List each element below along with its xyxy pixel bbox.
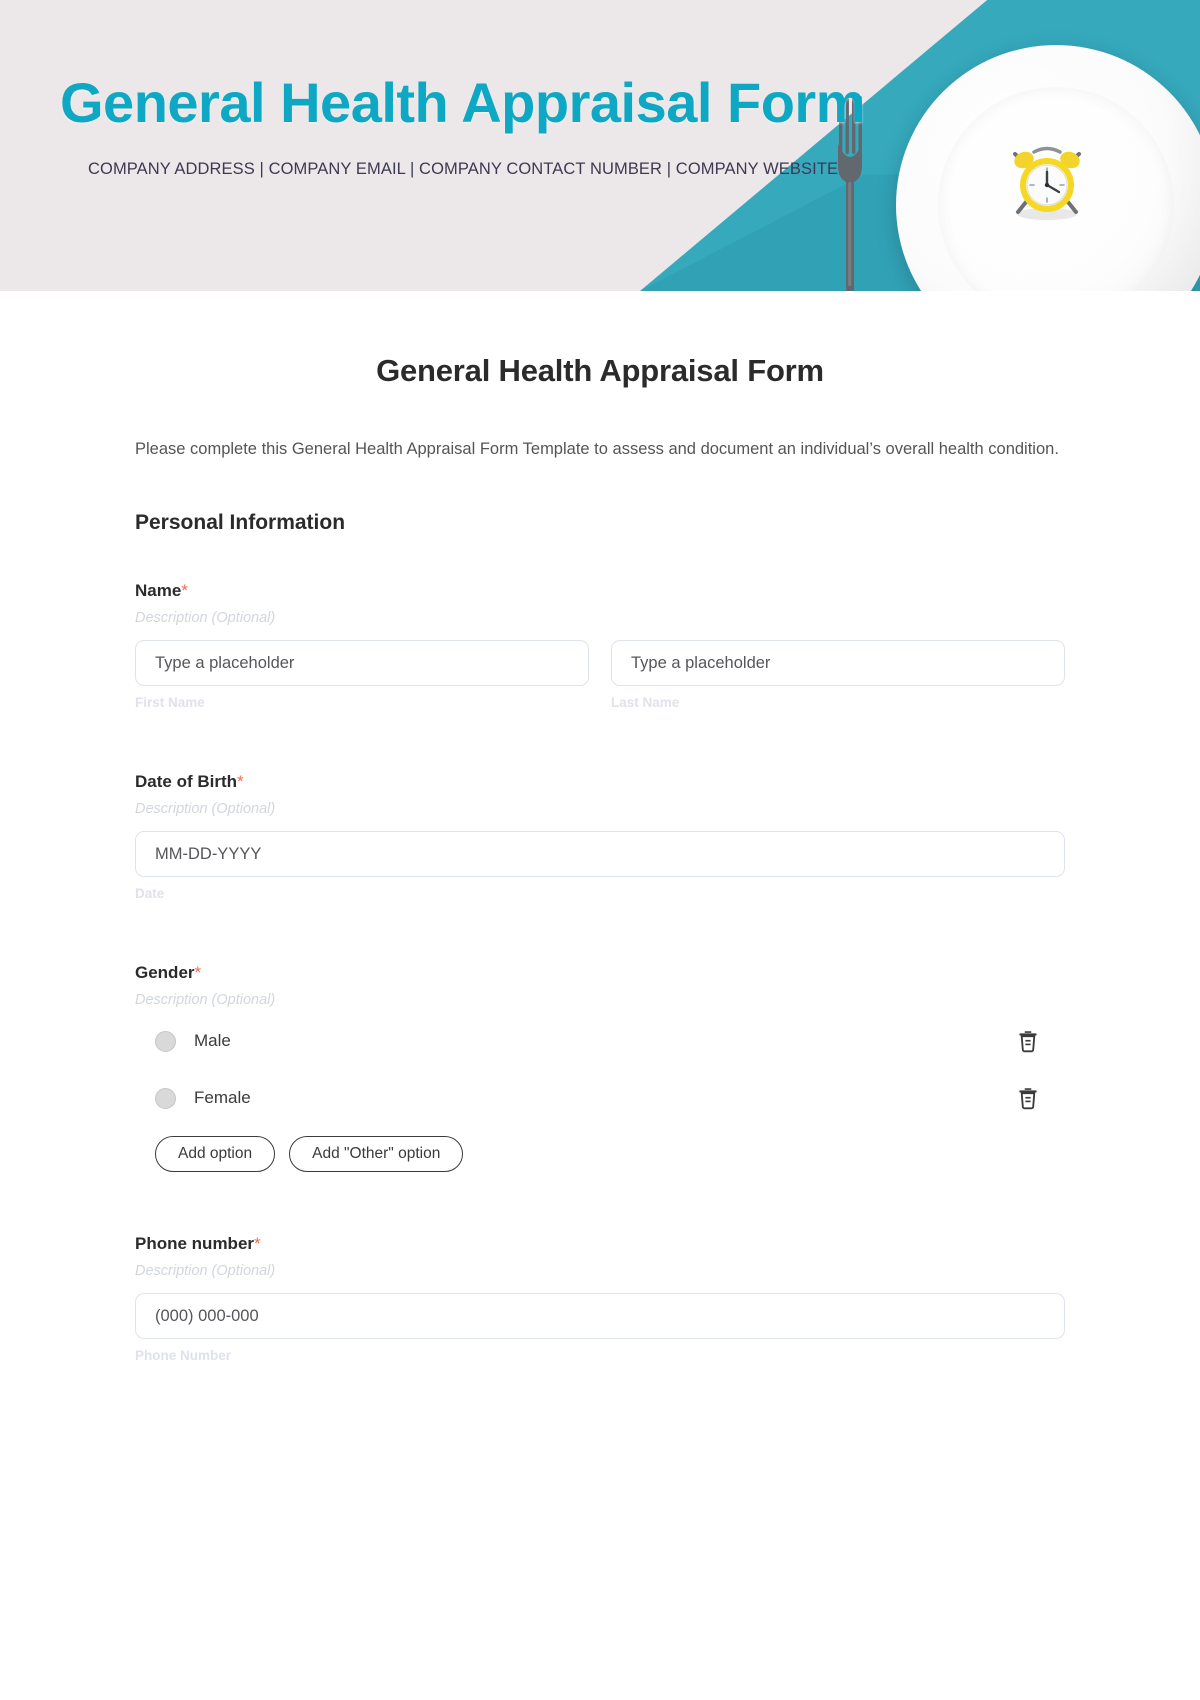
required-marker: * — [194, 963, 202, 983]
field-description-gender: Description (Optional) — [135, 992, 276, 1009]
date-of-birth-input[interactable] — [135, 831, 1065, 878]
field-label-date-of-birth: Date of Birth* — [135, 772, 1065, 792]
last-name-sub-label: Last Name — [611, 695, 680, 711]
first-name-sub-label: First Name — [135, 695, 205, 711]
banner-title: General Health Appraisal Form — [60, 71, 866, 134]
radio-button-female[interactable] — [155, 1087, 176, 1109]
option-label-female: Female — [194, 1088, 251, 1108]
first-name-column: First Name — [135, 640, 589, 710]
banner-contact-line: COMPANY ADDRESS | COMPANY EMAIL | COMPAN… — [88, 160, 839, 178]
phone-number-input[interactable] — [135, 1293, 1065, 1340]
field-date-of-birth: Date of Birth* Description (Optional) Da… — [135, 772, 1065, 901]
page-banner: General Health Appraisal Form COMPANY AD… — [0, 0, 1200, 291]
field-label-phone-number: Phone number* — [135, 1234, 1065, 1254]
last-name-column: Last Name — [611, 640, 1065, 710]
form-page: General Health Appraisal Form COMPANY AD… — [0, 0, 1200, 1700]
field-label-text: Name — [135, 581, 182, 601]
add-option-button[interactable]: Add option — [155, 1136, 276, 1173]
field-phone-number: Phone number* Description (Optional) Pho… — [135, 1234, 1065, 1363]
field-label-gender: Gender* — [135, 963, 1065, 983]
field-label-text: Date of Birth — [135, 772, 237, 792]
field-label-text: Gender — [135, 963, 195, 983]
field-name: Name* Description (Optional) First Name … — [135, 581, 1065, 710]
radio-button-male[interactable] — [155, 1030, 176, 1052]
field-label-name: Name* — [135, 581, 1065, 601]
field-description-phone-number: Description (Optional) — [135, 1263, 276, 1280]
field-gender: Gender* Description (Optional) Male Fema… — [135, 963, 1065, 1173]
section-heading-personal-information: Personal Information — [135, 511, 346, 535]
add-option-buttons: Add option Add "Other" option — [135, 1136, 1065, 1173]
field-label-text: Phone number — [135, 1234, 255, 1254]
date-of-birth-sub-label: Date — [135, 886, 165, 902]
phone-number-sub-label: Phone Number — [135, 1348, 232, 1364]
add-other-option-button[interactable]: Add "Other" option — [289, 1136, 464, 1173]
alarm-clock-icon — [1013, 146, 1081, 220]
option-label-male: Male — [194, 1031, 231, 1051]
name-input-row: First Name Last Name — [135, 640, 1065, 710]
option-row-male[interactable]: Male — [135, 1022, 1065, 1060]
required-marker: * — [254, 1234, 261, 1254]
field-description-name: Description (Optional) — [135, 610, 276, 627]
field-description-date-of-birth: Description (Optional) — [135, 801, 276, 818]
delete-option-female-icon[interactable] — [1015, 1085, 1041, 1111]
form-description: Please complete this General Health Appr… — [135, 440, 1059, 458]
required-marker: * — [181, 581, 188, 601]
first-name-input[interactable] — [135, 640, 589, 687]
banner-photo — [640, 0, 1200, 291]
required-marker: * — [237, 772, 244, 792]
page-title: General Health Appraisal Form — [376, 353, 824, 388]
delete-option-male-icon[interactable] — [1015, 1028, 1041, 1054]
last-name-input[interactable] — [611, 640, 1065, 687]
form-body: General Health Appraisal Form Please com… — [0, 291, 1200, 1363]
option-row-female[interactable]: Female — [135, 1079, 1065, 1117]
